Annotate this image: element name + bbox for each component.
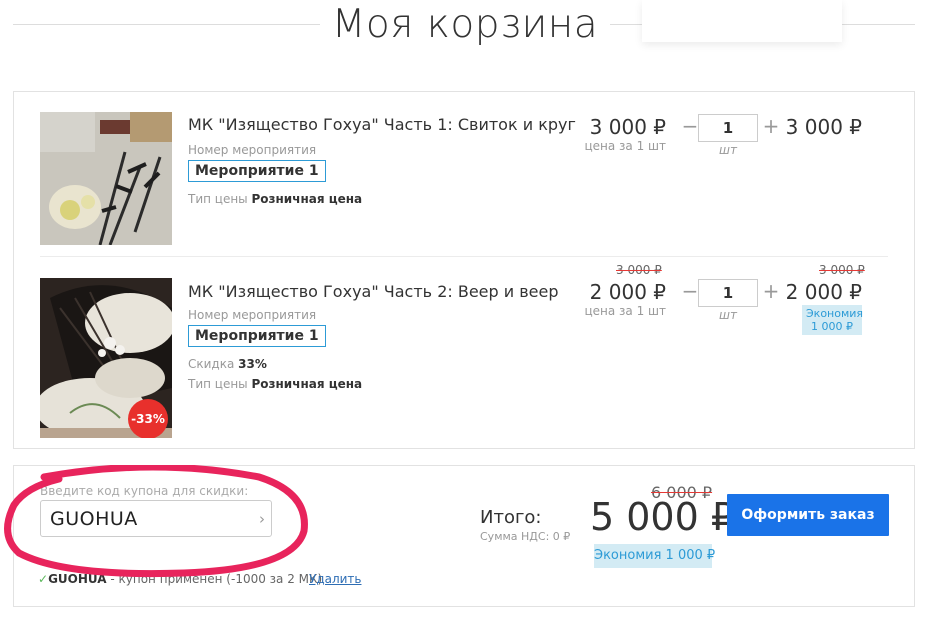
event-badge: Мероприятие 1	[188, 325, 326, 347]
cart-item: МК "Изящество Гохуа" Часть 1: Свиток и к…	[40, 112, 888, 257]
unit-price-label: цена за 1 шт	[584, 139, 666, 153]
old-item-sum: 3 000 ₽	[819, 263, 865, 277]
quantity-decrease-button[interactable]: −	[681, 279, 699, 303]
discount-row: Скидка 33%	[188, 357, 267, 371]
item-savings-badge: Экономия 1 000 ₽	[802, 305, 864, 335]
checkout-button[interactable]: Оформить заказ	[727, 494, 889, 536]
order-summary-panel: Введите код купона для скидки: GUOHUA › …	[13, 465, 915, 607]
unit-price: 2 000 ₽	[589, 280, 666, 304]
total-price: 5 000 ₽	[590, 495, 736, 539]
product-name[interactable]: МК "Изящество Гохуа" Часть 2: Веер и вее…	[188, 282, 559, 301]
product-name[interactable]: МК "Изящество Гохуа" Часть 1: Свиток и к…	[188, 115, 576, 134]
check-icon: ✓	[38, 572, 49, 586]
chevron-right-icon[interactable]: ›	[259, 510, 265, 528]
page-title: Моя корзина	[331, 2, 599, 47]
event-number-label: Номер мероприятия	[188, 143, 317, 157]
delete-coupon-link[interactable]: Удалить	[309, 572, 362, 586]
cart-items-panel: МК "Изящество Гохуа" Часть 1: Свиток и к…	[13, 91, 915, 449]
coupon-input[interactable]: GUOHUA ›	[40, 500, 272, 537]
discount-value: 33%	[238, 357, 267, 371]
old-unit-price: 3 000 ₽	[616, 263, 662, 277]
product-image[interactable]	[40, 112, 172, 245]
discount-label: Скидка	[188, 357, 235, 371]
total-label: Итого:	[480, 507, 542, 528]
item-sum: 2 000 ₽	[785, 280, 862, 304]
cart-item: -33% МК "Изящество Гохуа" Часть 2: Веер …	[40, 263, 888, 442]
popup-overlay	[642, 0, 842, 42]
unit-price: 3 000 ₽	[589, 115, 666, 139]
price-type-label: Тип цены	[188, 192, 248, 206]
price-type-row: Тип цены Розничная цена	[188, 377, 362, 391]
savings-label: Экономия	[806, 307, 864, 320]
event-badge: Мероприятие 1	[188, 160, 326, 182]
price-type-label: Тип цены	[188, 377, 248, 391]
coupon-label: Введите код купона для скидки:	[40, 484, 249, 498]
coupon-applied-text: - купон применен (-1000 за 2 МК)	[106, 572, 323, 586]
vat-label: Сумма НДС: 0 ₽	[480, 530, 571, 543]
savings-value: 1 000 ₽	[811, 320, 853, 333]
price-type-row: Тип цены Розничная цена	[188, 192, 362, 206]
event-number-label: Номер мероприятия	[188, 308, 317, 322]
quantity-input[interactable]	[698, 279, 758, 307]
quantity-unit: шт	[719, 308, 737, 322]
quantity-input[interactable]	[698, 114, 758, 142]
discount-badge: -33%	[128, 399, 168, 438]
unit-price-label: цена за 1 шт	[584, 304, 666, 318]
item-sum: 3 000 ₽	[785, 115, 862, 139]
quantity-decrease-button[interactable]: −	[681, 114, 699, 138]
title-divider-left	[13, 24, 320, 25]
product-image[interactable]: -33%	[40, 278, 172, 438]
price-type-value: Розничная цена	[251, 192, 363, 206]
coupon-applied-status: ✓GUOHUA - купон применен (-1000 за 2 МК)	[38, 572, 322, 586]
applied-coupon-code: GUOHUA	[48, 572, 107, 586]
quantity-unit: шт	[719, 143, 737, 157]
coupon-input-value[interactable]: GUOHUA	[50, 508, 138, 530]
price-type-value: Розничная цена	[251, 377, 363, 391]
total-savings-badge: Экономия 1 000 ₽	[594, 544, 715, 568]
